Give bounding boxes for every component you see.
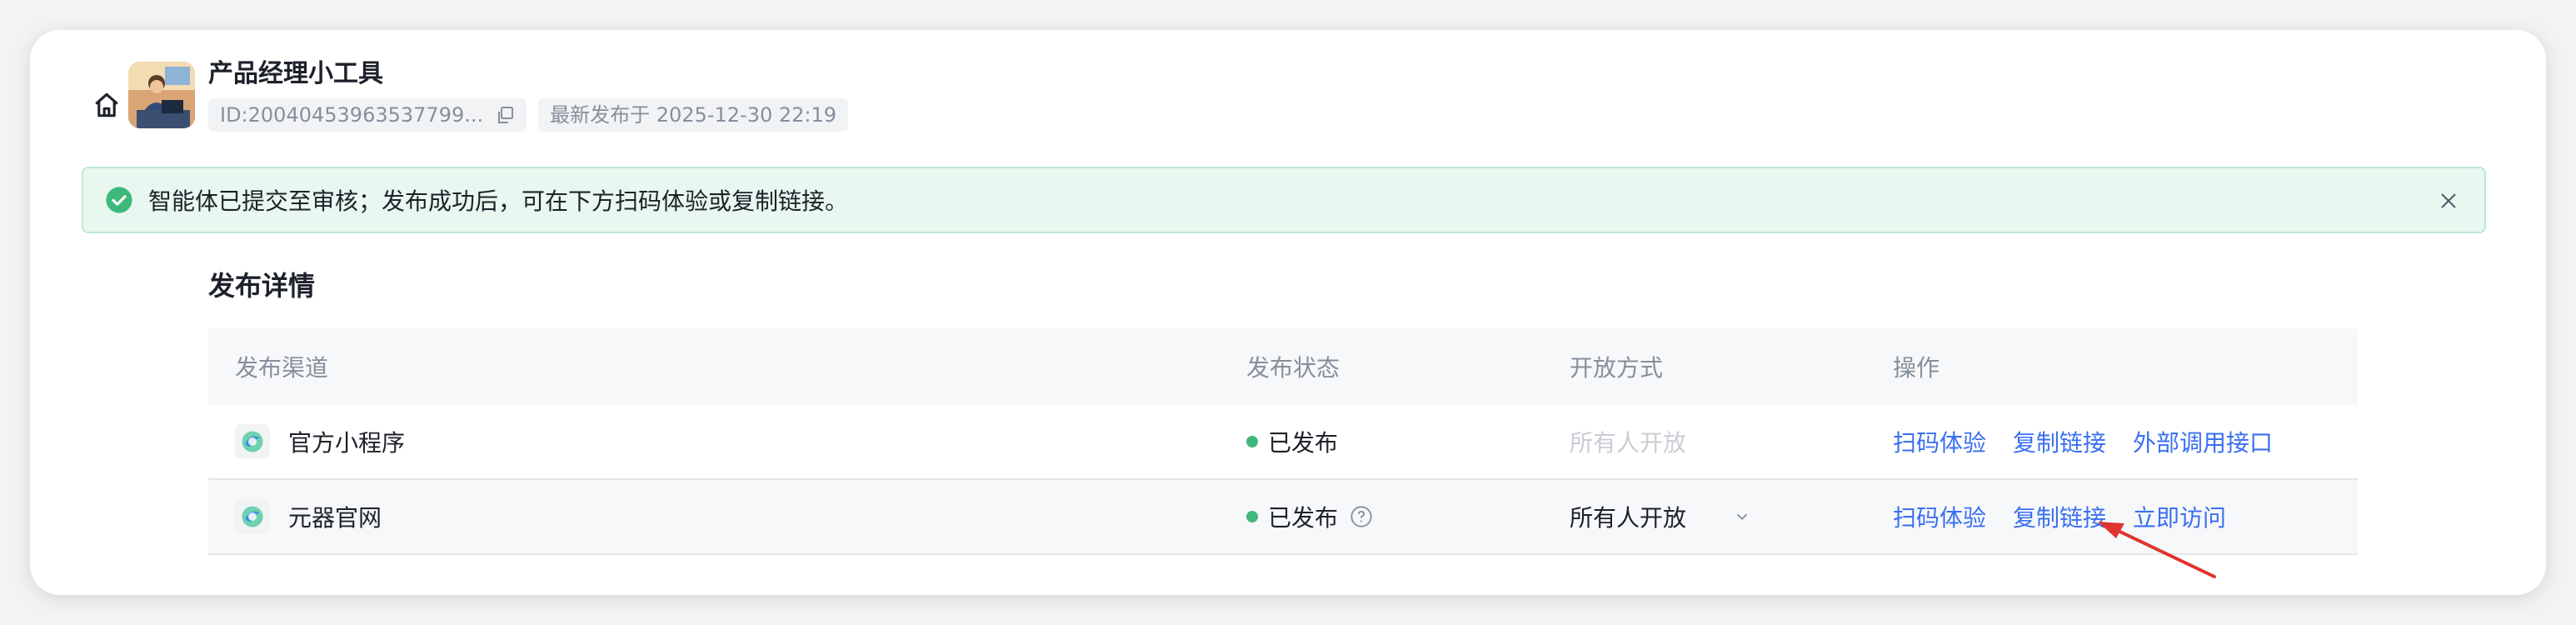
status-cell: 已发布 — [1246, 425, 1570, 458]
column-header-status: 发布状态 — [1246, 354, 1340, 382]
column-header-access: 开放方式 — [1570, 354, 1664, 382]
status-cell: 已发布 — [1246, 500, 1570, 533]
table-header: 发布渠道 发布状态 开放方式 操作 — [208, 328, 2358, 405]
access-text-disabled: 所有人开放 — [1570, 429, 1687, 457]
access-select-value: 所有人开放 — [1570, 504, 1687, 532]
channel-name: 元器官网 — [288, 504, 382, 532]
question-circle-icon — [1350, 506, 1372, 528]
annotation-arrow-icon — [2098, 522, 2216, 578]
section-title: 发布详情 — [208, 270, 316, 302]
close-icon — [2441, 193, 2456, 208]
scan-qr-link[interactable]: 扫码体验 — [1893, 425, 1986, 458]
channel-name: 官方小程序 — [288, 429, 406, 457]
table-row: 元器官网 已发布 所有人开放 扫码体验 复制链接 立即访问 — [208, 480, 2358, 555]
copy-icon — [498, 107, 514, 123]
channel-logo-icon — [235, 424, 270, 459]
status-text: 已发布 — [1268, 429, 1339, 457]
agent-id-chip: ID:20040453963537799... — [208, 98, 527, 132]
column-header-actions: 操作 — [1893, 354, 1940, 382]
agent-avatar — [128, 62, 195, 128]
status-dot — [1246, 511, 1258, 522]
table-row: 官方小程序 已发布 所有人开放 扫码体验 复制链接 外部调用接口 — [208, 405, 2358, 480]
alert-close-button[interactable] — [2434, 187, 2463, 215]
access-cell: 所有人开放 — [1570, 425, 1893, 458]
check-circle-icon — [105, 186, 133, 214]
home-icon — [95, 92, 118, 118]
copy-link-link[interactable]: 复制链接 — [2013, 425, 2106, 458]
external-api-link[interactable]: 外部调用接口 — [2133, 425, 2273, 458]
channel-cell: 元器官网 — [208, 499, 1246, 534]
status-dot — [1246, 436, 1258, 448]
success-alert: 智能体已提交至审核；发布成功后，可在下方扫码体验或复制链接。 — [82, 167, 2486, 233]
agent-id: ID:20040453963537799... — [220, 103, 484, 127]
actions-cell: 扫码体验 复制链接 外部调用接口 — [1893, 425, 2358, 458]
channel-logo-icon — [235, 499, 270, 534]
access-cell: 所有人开放 — [1570, 500, 1893, 533]
column-header-channel: 发布渠道 — [235, 354, 329, 382]
chevron-down-icon — [1733, 508, 1751, 526]
publish-table: 发布渠道 发布状态 开放方式 操作 官方小程序 已发布 所有人开放 扫码体验 复… — [208, 328, 2358, 555]
agent-name: 产品经理小工具 — [208, 59, 383, 88]
help-button[interactable] — [1350, 505, 1373, 528]
access-select[interactable]: 所有人开放 — [1570, 500, 1751, 533]
publish-time-chip: 最新发布于 2025-12-30 22:19 — [538, 98, 849, 132]
copy-id-button[interactable] — [495, 105, 515, 125]
publish-panel: 产品经理小工具 ID:20040453963537799... 最新发布于 20… — [30, 30, 2546, 595]
publish-time: 最新发布于 2025-12-30 22:19 — [550, 103, 837, 127]
home-button[interactable] — [82, 80, 132, 130]
scan-qr-link[interactable]: 扫码体验 — [1893, 500, 1986, 533]
status-text: 已发布 — [1268, 504, 1339, 532]
agent-meta: ID:20040453963537799... 最新发布于 2025-12-30… — [208, 98, 849, 132]
channel-cell: 官方小程序 — [208, 424, 1246, 459]
alert-message: 智能体已提交至审核；发布成功后，可在下方扫码体验或复制链接。 — [148, 188, 849, 215]
